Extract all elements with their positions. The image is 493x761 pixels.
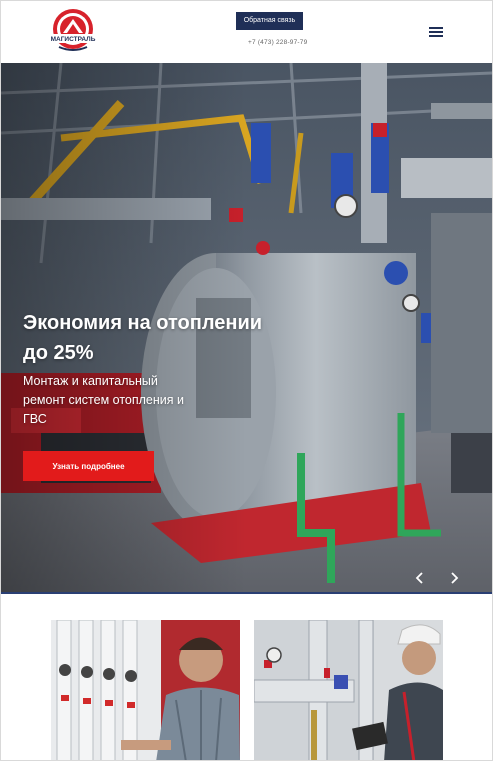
chevron-left-icon[interactable] [413, 571, 427, 585]
service-card-photo-technician[interactable] [51, 620, 240, 760]
hero-divider [1, 592, 492, 594]
inspector-photo [254, 620, 443, 760]
hero-title: Экономия на отоплении до 25% [23, 312, 263, 364]
learn-more-button[interactable]: Узнать подробнее [23, 451, 154, 481]
technician-photo [51, 620, 240, 760]
chevron-right-icon[interactable] [447, 571, 461, 585]
service-card-photo-inspector[interactable] [254, 620, 443, 760]
phone-number[interactable]: +7 (473) 228-97-79 [248, 39, 307, 46]
feedback-button[interactable]: Обратная связь [236, 12, 303, 30]
hero-slider: Экономия на отоплении до 25% Монтаж и ка… [1, 63, 492, 594]
page: МАГИСТРАЛЬ Обратная связь +7 (473) 228-9… [0, 0, 493, 761]
svg-text:МАГИСТРАЛЬ: МАГИСТРАЛЬ [51, 36, 96, 43]
company-logo[interactable]: МАГИСТРАЛЬ [49, 7, 97, 55]
hero-subtitle: Монтаж и капитальный ремонт систем отопл… [23, 374, 184, 426]
hamburger-icon[interactable] [429, 27, 443, 37]
site-header: МАГИСТРАЛЬ Обратная связь +7 (473) 228-9… [1, 1, 492, 63]
